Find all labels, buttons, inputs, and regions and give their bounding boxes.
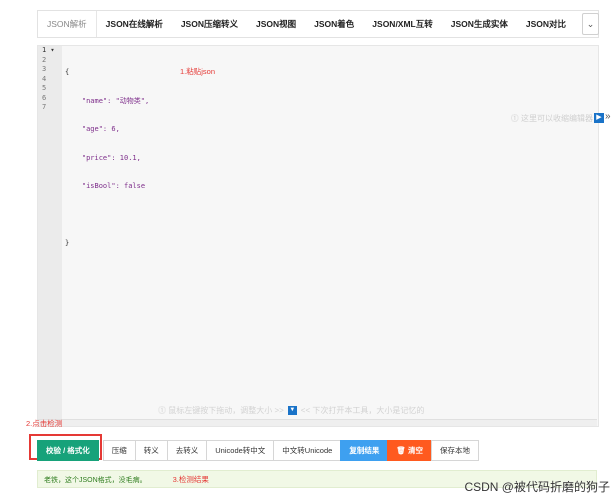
- tab-json-xml[interactable]: JSON/XML互转: [363, 11, 441, 37]
- collapse-editor-button[interactable]: ▶: [594, 113, 604, 123]
- play-icon: ▶: [596, 114, 602, 121]
- tab-overflow-button[interactable]: ⌄: [582, 13, 599, 35]
- tab-json-online-parse[interactable]: JSON在线解析: [97, 11, 172, 37]
- resize-handle-icon[interactable]: ▼: [287, 406, 297, 415]
- clear-label: 清空: [407, 446, 423, 455]
- tab-json-entity[interactable]: JSON生成实体: [442, 11, 517, 37]
- line-number: 4: [42, 74, 47, 83]
- line-number-gutter: 1 ▾ 2 3 4 5 6 7: [38, 46, 62, 426]
- tab-json-view[interactable]: JSON视图: [247, 11, 305, 37]
- tab-json-color[interactable]: JSON着色: [305, 11, 363, 37]
- resize-hint: ⓵ 鼠标左键按下拖动，调整大小 >> ▼ << 下次打开本工具，大小是记忆的: [158, 405, 424, 416]
- action-toolbar: 校验 / 格式化 压缩 转义 去转义 Unicode转中文 中文转Unicode…: [37, 440, 479, 461]
- unescape-button[interactable]: 去转义: [166, 440, 208, 461]
- compress-button[interactable]: 压缩: [102, 440, 136, 461]
- trash-icon: 🗑: [396, 446, 406, 455]
- line-number: 3: [42, 65, 47, 73]
- code-line: }: [65, 239, 70, 247]
- annotation-result: 3.检测结果: [172, 475, 209, 484]
- validate-format-button[interactable]: 校验 / 格式化: [37, 440, 99, 461]
- resize-hint-text-after: << 下次打开本工具，大小是记忆的: [300, 406, 425, 415]
- code-line: "age": 6,: [65, 125, 120, 133]
- tab-json-parse[interactable]: JSON解析: [38, 11, 97, 37]
- tab-json-compare[interactable]: JSON对比: [517, 11, 575, 37]
- csdn-watermark: CSDN @被代码折磨的狗子: [464, 480, 610, 494]
- line-number: 2: [42, 55, 47, 64]
- collapse-hint-text: ⓵ 这里可以收缩编辑器: [510, 114, 593, 123]
- json-editor[interactable]: 1 ▾ 2 3 4 5 6 7 { "name": "动物类", "age": …: [37, 45, 599, 427]
- code-line: "name": "动物类",: [65, 96, 150, 105]
- code-line: "isBool": false: [65, 182, 146, 190]
- save-local-button[interactable]: 保存本地: [430, 440, 479, 461]
- resize-hint-text: ⓵ 鼠标左键按下拖动，调整大小 >>: [158, 406, 284, 415]
- line-number: 6: [42, 93, 47, 102]
- chevron-down-icon: ⌄: [586, 18, 595, 29]
- chinese-to-unicode-button[interactable]: 中文转Unicode: [273, 440, 342, 461]
- line-number: 5: [42, 84, 47, 92]
- clear-button[interactable]: 🗑 清空: [387, 440, 432, 461]
- escape-button[interactable]: 转义: [134, 440, 168, 461]
- collapse-hint: ⓵ 这里可以收缩编辑器: [511, 113, 593, 124]
- code-content[interactable]: { "name": "动物类", "age": 6, "price": 10.1…: [65, 49, 149, 268]
- code-line: {: [65, 68, 70, 76]
- status-message: 老铁，这个JSON格式，没毛病。: [44, 477, 147, 484]
- line-number: 7: [42, 103, 47, 111]
- line-number: 1 ▾: [42, 46, 55, 54]
- annotation-paste-json: 1.粘贴json: [180, 67, 216, 76]
- tool-tab-bar: JSON解析 JSON在线解析 JSON压缩转义 JSON视图 JSON着色 J…: [37, 10, 599, 38]
- double-chevron-right-icon[interactable]: »: [605, 111, 611, 122]
- tab-json-compress-escape[interactable]: JSON压缩转义: [172, 11, 247, 37]
- copy-result-button[interactable]: 复制结果: [340, 440, 389, 461]
- annotation-click-check: 2.点击检测: [26, 419, 63, 428]
- unicode-to-chinese-button[interactable]: Unicode转中文: [206, 440, 275, 461]
- code-line: "price": 10.1,: [65, 153, 141, 162]
- horizontal-scrollbar[interactable]: [37, 419, 597, 426]
